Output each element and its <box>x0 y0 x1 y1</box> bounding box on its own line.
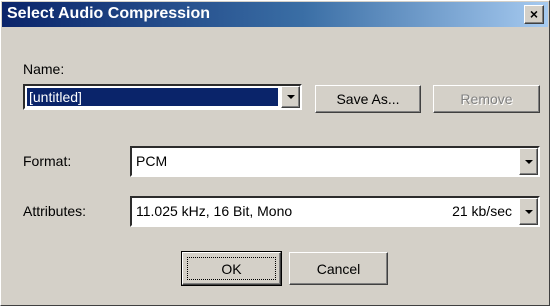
attributes-dropdown-button[interactable] <box>519 198 538 225</box>
name-dropdown[interactable]: [untitled] <box>23 84 302 110</box>
remove-label: Remove <box>460 91 513 107</box>
save-as-button[interactable]: Save As... <box>315 85 421 113</box>
attributes-dropdown[interactable]: 11.025 kHz, 16 Bit, Mono 21 kb/sec <box>130 196 540 227</box>
attributes-label: Attributes: <box>23 203 87 219</box>
attributes-value: 11.025 kHz, 16 Bit, Mono <box>136 203 293 219</box>
format-dropdown-button[interactable] <box>519 148 538 175</box>
ok-button[interactable]: OK <box>181 251 282 286</box>
title-bar[interactable]: Select Audio Compression × <box>2 2 548 27</box>
ok-label: OK <box>221 260 242 277</box>
attributes-rate: 21 kb/sec <box>452 203 512 219</box>
window-title: Select Audio Compression <box>7 5 210 22</box>
chevron-down-icon <box>524 209 533 214</box>
chevron-down-icon <box>286 95 295 99</box>
name-value: [untitled] <box>27 88 278 106</box>
close-button[interactable]: × <box>524 5 544 24</box>
name-dropdown-button[interactable] <box>281 86 300 108</box>
chevron-down-icon <box>524 159 533 164</box>
save-as-label: Save As... <box>336 91 400 107</box>
close-icon: × <box>529 6 539 22</box>
cancel-label: Cancel <box>316 260 361 277</box>
format-label: Format: <box>23 153 72 169</box>
select-audio-compression-dialog: Select Audio Compression × Name: [untitl… <box>0 0 550 306</box>
format-value: PCM <box>136 153 168 169</box>
format-dropdown[interactable]: PCM <box>130 146 540 177</box>
name-label: Name: <box>23 61 65 77</box>
cancel-button[interactable]: Cancel <box>289 252 388 285</box>
remove-button[interactable]: Remove <box>433 85 540 113</box>
